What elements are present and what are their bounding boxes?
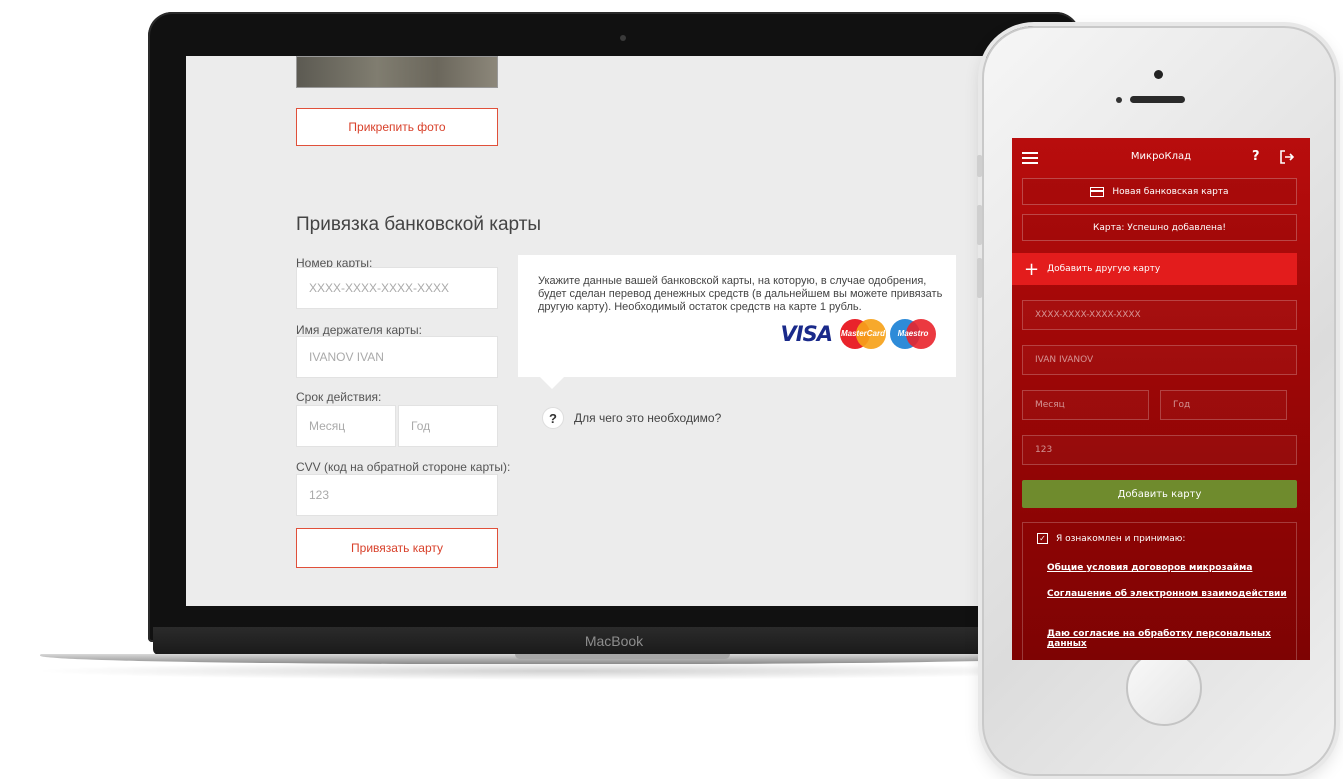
agree-checkbox[interactable]: ✓ <box>1037 533 1048 544</box>
expiry-month-input[interactable]: Месяц <box>296 405 396 447</box>
info-text: Укажите данные вашей банковской карты, н… <box>538 275 943 313</box>
phone-home-button[interactable] <box>1126 650 1202 726</box>
agreement-box: ✓ Я ознакомлен и принимаю: Общие условия… <box>1022 522 1297 660</box>
terms-link[interactable]: Общие условия договоров микрозайма <box>1047 563 1292 573</box>
phone-mute-switch <box>977 155 982 177</box>
status-message: Карта: Успешно добавлена! <box>1022 214 1297 241</box>
new-card-tab[interactable]: Новая банковская карта <box>1022 178 1297 205</box>
mastercard-logo-text: MasterCard <box>840 329 885 338</box>
card-number-input[interactable]: XXXX-XXXX-XXXX-XXXX <box>296 267 498 309</box>
phone-speaker <box>1130 96 1185 103</box>
phone-cvv-input[interactable]: 123 <box>1022 435 1297 465</box>
phone-card-number-input[interactable]: XXXX-XXXX-XXXX-XXXX <box>1022 300 1297 330</box>
phone-volume-down <box>977 258 982 298</box>
phone-volume-up <box>977 205 982 245</box>
laptop-bezel-bottom: MacBook <box>153 627 1075 655</box>
bind-card-button[interactable]: Привязать карту <box>296 528 498 568</box>
maestro-logo-text: Maestro <box>897 329 929 338</box>
phone-expiry-year-input[interactable]: Год <box>1160 390 1287 420</box>
logout-icon[interactable] <box>1280 150 1294 164</box>
cvv-label: CVV (код на обратной стороне карты): <box>296 460 511 474</box>
question-icon: ? <box>542 407 564 429</box>
help-icon[interactable]: ? <box>1252 149 1260 164</box>
agree-checkbox-row[interactable]: ✓ Я ознакомлен и принимаю: <box>1037 533 1185 544</box>
cardholder-input[interactable]: IVANOV IVAN <box>296 336 498 378</box>
laptop-shadow <box>30 662 1090 680</box>
visa-logo: VISA <box>780 322 833 346</box>
laptop-brand-label: MacBook <box>584 633 644 649</box>
cardholder-label: Имя держателя карты: <box>296 323 423 337</box>
card-logos: VISA MasterCard Maestro <box>781 319 936 349</box>
cvv-input[interactable]: 123 <box>296 474 498 516</box>
expiry-label: Срок действия: <box>296 390 382 404</box>
add-card-button[interactable]: Добавить карту <box>1022 480 1297 508</box>
credit-card-icon <box>1090 186 1105 197</box>
personal-data-consent-link[interactable]: Даю согласие на обработку персональных д… <box>1047 629 1292 649</box>
phone-screen: МикроКлад ? Новая банковская карта Карта… <box>1012 138 1310 660</box>
help-link[interactable]: ? Для чего это необходимо? <box>542 407 721 429</box>
app-title: МикроКлад <box>1130 151 1192 162</box>
plus-icon: + <box>1024 258 1040 280</box>
laptop-screen: Прикрепить фото Привязка банковской карт… <box>186 56 986 606</box>
phone-cardholder-input[interactable]: IVAN IVANOV <box>1022 345 1297 375</box>
phone-expiry-month-input[interactable]: Месяц <box>1022 390 1149 420</box>
attach-photo-button[interactable]: Прикрепить фото <box>296 108 498 146</box>
phone-camera <box>1154 70 1163 79</box>
add-other-card-label: Добавить другую карту <box>1047 264 1161 274</box>
attached-photo-thumbnail <box>296 56 498 88</box>
expiry-year-input[interactable]: Год <box>398 405 498 447</box>
mastercard-logo: MasterCard <box>840 319 886 349</box>
help-link-text[interactable]: Для чего это необходимо? <box>574 411 721 425</box>
add-other-card-button[interactable]: + Добавить другую карту <box>1012 253 1297 285</box>
maestro-logo: Maestro <box>890 319 936 349</box>
app-bar: МикроКлад ? <box>1012 138 1310 178</box>
agree-label: Я ознакомлен и принимаю: <box>1056 533 1186 544</box>
phone-sensor <box>1116 97 1122 103</box>
laptop-opening-notch <box>515 654 730 659</box>
info-tooltip: Укажите данные вашей банковской карты, н… <box>518 255 956 389</box>
laptop-camera <box>620 35 626 41</box>
new-card-label: Новая банковская карта <box>1112 186 1229 197</box>
edi-agreement-link[interactable]: Соглашение об электронном взаимодействии <box>1047 589 1292 599</box>
section-title: Привязка банковской карты <box>296 214 542 235</box>
